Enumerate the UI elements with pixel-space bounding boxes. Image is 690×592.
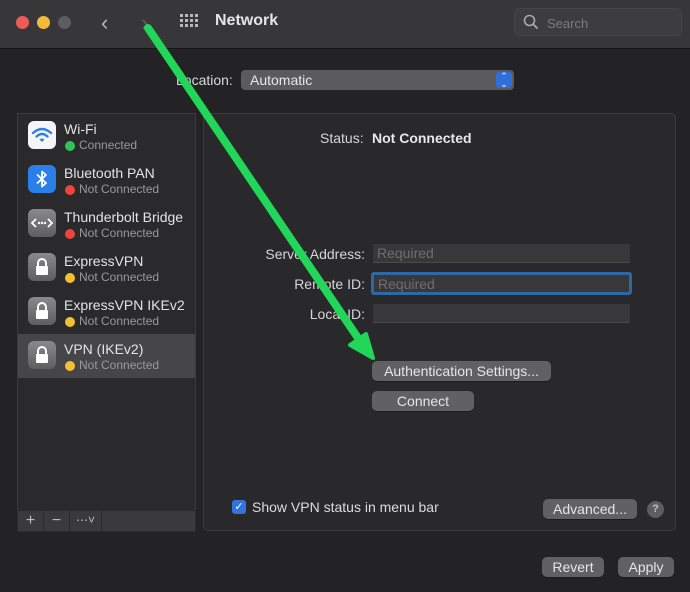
service-name: Thunderbolt Bridge <box>64 209 184 225</box>
window-title: Network <box>215 12 279 29</box>
title-bar: ‹ › Network <box>0 0 690 49</box>
service-status: Not Connected <box>79 182 160 196</box>
minimize-window-button[interactable] <box>37 16 50 29</box>
bluetooth-icon <box>28 165 56 193</box>
up-down-chevron-icon: ⌃ ⌄ <box>496 72 512 89</box>
search-field[interactable] <box>514 8 682 36</box>
status-dot <box>65 273 75 283</box>
service-name: ExpressVPN <box>64 253 144 269</box>
location-select[interactable]: Automatic ⌃ ⌄ <box>241 70 514 90</box>
status-dot <box>65 229 75 239</box>
service-status: Not Connected <box>79 358 160 372</box>
service-list: Wi-Fi Connected Bluetooth PAN Not Connec… <box>17 113 196 513</box>
status-dot <box>65 361 75 371</box>
local-id-input[interactable] <box>373 304 630 323</box>
location-value: Automatic <box>250 72 313 88</box>
status-value: Not Connected <box>372 130 472 146</box>
connect-button[interactable]: Connect <box>372 391 474 411</box>
remote-id-input[interactable] <box>371 272 632 295</box>
lock-icon <box>28 341 56 369</box>
advanced-button[interactable]: Advanced... <box>543 499 637 519</box>
service-list-toolbar: + − ⋯˅ <box>17 510 196 532</box>
service-status: Not Connected <box>79 314 160 328</box>
back-chevron-icon[interactable]: ‹ <box>101 10 108 36</box>
status-label: Status: <box>320 130 364 146</box>
revert-button[interactable]: Revert <box>542 557 604 577</box>
service-item-thunderbolt-bridge[interactable]: Thunderbolt Bridge Not Connected <box>18 202 195 246</box>
show-all-grid-icon[interactable] <box>180 14 200 30</box>
server-address-label: Server Address: <box>265 246 365 262</box>
service-name: VPN (IKEv2) <box>64 341 144 357</box>
service-status: Not Connected <box>79 270 160 284</box>
apply-button[interactable]: Apply <box>618 557 674 577</box>
service-status: Connected <box>79 138 138 152</box>
close-window-button[interactable] <box>16 16 29 29</box>
lock-icon <box>28 297 56 325</box>
show-vpn-status-label: Show VPN status in menu bar <box>252 499 439 515</box>
remove-service-button[interactable]: − <box>44 511 70 531</box>
show-vpn-status-checkbox[interactable]: ✓ <box>232 500 246 514</box>
service-item-expressvpn[interactable]: ExpressVPN Not Connected <box>18 246 195 290</box>
status-dot <box>65 185 75 195</box>
zoom-window-button[interactable] <box>58 16 71 29</box>
service-status: Not Connected <box>79 226 160 240</box>
service-name: Bluetooth PAN <box>64 165 155 181</box>
location-label: Location: <box>176 72 233 88</box>
remote-id-label: Remote ID: <box>294 276 365 292</box>
search-icon <box>523 14 539 30</box>
add-service-button[interactable]: + <box>18 511 44 531</box>
status-dot <box>65 317 75 327</box>
wifi-icon <box>28 121 56 149</box>
service-item-bluetooth-pan[interactable]: Bluetooth PAN Not Connected <box>18 158 195 202</box>
action-menu-button[interactable]: ⋯˅ <box>70 511 102 531</box>
help-button[interactable]: ? <box>647 501 664 518</box>
status-dot <box>65 141 75 151</box>
authentication-settings-button[interactable]: Authentication Settings... <box>372 361 551 381</box>
server-address-input[interactable] <box>373 244 630 263</box>
lock-icon <box>28 253 56 281</box>
search-input[interactable] <box>545 12 679 34</box>
service-item-wifi[interactable]: Wi-Fi Connected <box>18 114 195 158</box>
service-item-expressvpn-ikev2[interactable]: ExpressVPN IKEv2 Not Connected <box>18 290 195 334</box>
service-name: Wi-Fi <box>64 121 97 137</box>
service-name: ExpressVPN IKEv2 <box>64 297 185 313</box>
service-item-vpn-ikev2[interactable]: VPN (IKEv2) Not Connected <box>18 334 195 378</box>
thunderbolt-bridge-icon <box>28 209 56 237</box>
forward-chevron-icon[interactable]: › <box>141 10 148 36</box>
local-id-label: Local ID: <box>309 306 365 322</box>
